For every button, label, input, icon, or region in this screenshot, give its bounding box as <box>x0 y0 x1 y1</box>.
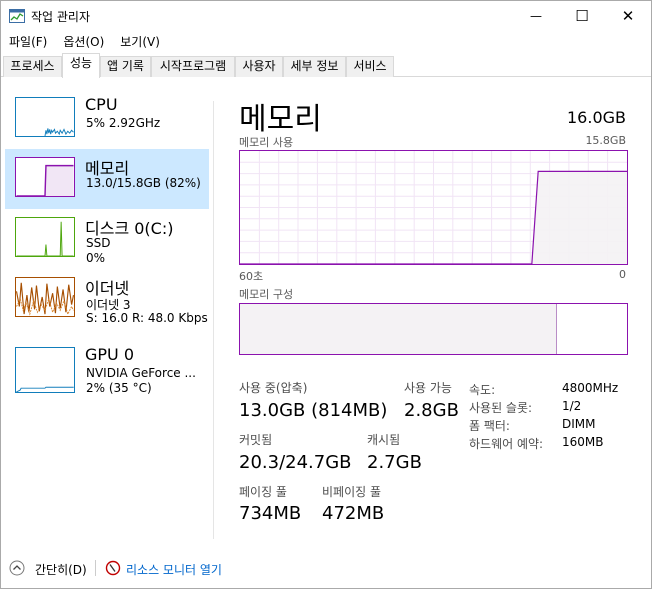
available-label: 사용 가능 <box>404 381 452 395</box>
graph-axis-end: 0 <box>619 268 626 281</box>
sidebar-disk-type: SSD <box>86 236 111 250</box>
graph-axis-start: 60초 <box>239 270 264 283</box>
sidebar-gpu-usage: 2% (35 °C) <box>86 381 152 395</box>
available-value: 2.8GB <box>404 400 459 421</box>
tab-processes[interactable]: 프로세스 <box>3 56 62 77</box>
speed-label: 속도: <box>469 383 496 397</box>
sidebar-gpu-name: GPU 0 <box>85 345 135 364</box>
sidebar-disk-usage: 0% <box>86 251 106 265</box>
memory-thumbnail-graph <box>15 157 75 197</box>
committed-value: 20.3/24.7GB <box>239 452 352 473</box>
form-factor-label: 폼 팩터: <box>469 419 510 433</box>
disk-thumbnail-graph <box>15 217 75 257</box>
sidebar-item-gpu[interactable]: GPU 0 NVIDIA GeForce ... 2% (35 °C) <box>5 339 209 399</box>
sidebar-gpu-model: NVIDIA GeForce ... <box>86 366 196 380</box>
open-resource-monitor-link[interactable]: 리소스 모니터 열기 <box>126 561 222 578</box>
paged-pool-value: 734MB <box>239 503 302 524</box>
window-title: 작업 관리자 <box>31 10 91 24</box>
sidebar-divider <box>213 101 214 539</box>
form-factor-value: DIMM <box>562 417 596 431</box>
nonpaged-pool-value: 472MB <box>322 503 385 524</box>
footer-divider <box>95 560 96 576</box>
menu-options[interactable]: 옵션(O) <box>55 31 112 53</box>
committed-label: 커밋됨 <box>239 433 273 447</box>
menu-file[interactable]: 파일(F) <box>1 31 55 53</box>
tab-users[interactable]: 사용자 <box>235 56 283 77</box>
menu-bar: 파일(F) 옵션(O) 보기(V) <box>1 31 651 53</box>
nonpaged-pool-label: 비페이징 풀 <box>322 485 382 499</box>
composition-in-use-segment <box>240 304 558 354</box>
maximize-button[interactable]: ☐ <box>559 1 605 31</box>
usage-graph-label: 메모리 사용 <box>239 136 294 149</box>
sidebar-item-cpu[interactable]: CPU 5% 2.92GHz <box>5 89 209 149</box>
performance-sidebar: CPU 5% 2.92GHz 메모리 13.0/15.8GB (82%) 디스크… <box>1 89 211 539</box>
gpu-thumbnail-graph <box>15 347 75 393</box>
memory-usage-graph <box>239 150 628 265</box>
hardware-reserved-label: 하드웨어 예약: <box>469 437 544 451</box>
footer-bar: 간단히(D) 리소스 모니터 열기 <box>1 553 651 583</box>
tab-startup[interactable]: 시작프로그램 <box>151 56 235 77</box>
fewer-details-button[interactable]: 간단히(D) <box>35 561 87 578</box>
close-button[interactable]: ✕ <box>605 1 651 31</box>
menu-view[interactable]: 보기(V) <box>112 31 168 53</box>
in-use-value: 13.0GB (814MB) <box>239 400 388 421</box>
tab-app-history[interactable]: 앱 기록 <box>100 56 151 77</box>
composition-graph-label: 메모리 구성 <box>239 288 294 301</box>
cached-label: 캐시됨 <box>367 433 401 447</box>
in-use-label: 사용 중(압축) <box>239 381 308 395</box>
sidebar-cpu-name: CPU <box>85 95 118 114</box>
resource-monitor-icon <box>105 560 121 576</box>
slots-used-value: 1/2 <box>562 399 582 413</box>
title-bar[interactable]: 작업 관리자 — ☐ ✕ <box>1 1 651 31</box>
slots-used-label: 사용된 슬롯: <box>469 401 533 415</box>
page-title: 메모리 <box>239 102 322 137</box>
sidebar-memory-usage: 13.0/15.8GB (82%) <box>86 176 201 190</box>
speed-value: 4800MHz <box>562 381 619 395</box>
memory-composition-bar <box>239 303 628 355</box>
sidebar-cpu-usage: 5% 2.92GHz <box>86 116 161 130</box>
sidebar-item-memory[interactable]: 메모리 13.0/15.8GB (82%) <box>5 149 209 209</box>
hardware-reserved-value: 160MB <box>562 435 604 449</box>
sidebar-item-ethernet[interactable]: 이더넷 이더넷 3 S: 16.0 R: 48.0 Kbps <box>5 269 209 329</box>
ethernet-thumbnail-graph <box>15 277 75 317</box>
minimize-button[interactable]: — <box>513 1 559 31</box>
sidebar-item-disk[interactable]: 디스크 0(C:) SSD 0% <box>5 209 209 269</box>
tab-strip: 프로세스 성능 앱 기록 시작프로그램 사용자 세부 정보 서비스 <box>1 53 651 78</box>
tab-performance[interactable]: 성능 <box>62 53 100 78</box>
sidebar-ethernet-throughput: S: 16.0 R: 48.0 Kbps <box>86 311 208 325</box>
usage-graph-max: 15.8GB <box>585 134 626 147</box>
cached-value: 2.7GB <box>367 452 422 473</box>
maximize-icon: ☐ <box>575 7 589 25</box>
task-manager-window: 작업 관리자 — ☐ ✕ 파일(F) 옵션(O) 보기(V) 프로세스 성능 앱… <box>0 0 652 589</box>
memory-total: 16.0GB <box>567 108 626 127</box>
tab-details[interactable]: 세부 정보 <box>283 56 346 77</box>
paged-pool-label: 페이징 풀 <box>239 485 287 499</box>
memory-usage-chart <box>240 151 627 265</box>
minimize-icon: — <box>530 9 542 23</box>
cpu-thumbnail-graph <box>15 97 75 137</box>
chevron-up-icon[interactable] <box>9 560 25 576</box>
task-manager-icon <box>9 9 25 23</box>
close-icon: ✕ <box>621 7 635 25</box>
tab-services[interactable]: 서비스 <box>346 56 394 77</box>
